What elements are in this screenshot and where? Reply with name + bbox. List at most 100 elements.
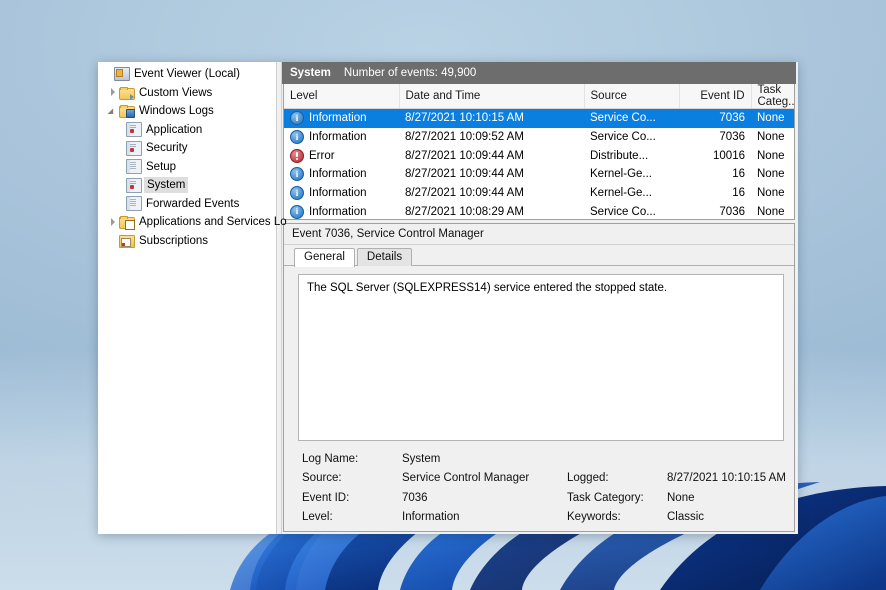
log-icon — [126, 177, 142, 193]
property-key: Source: — [302, 472, 342, 485]
tree-item-applications-and-services-logs[interactable]: Applications and Services Lo — [98, 213, 287, 232]
tree-expander-collapsed[interactable] — [108, 88, 119, 97]
table-row[interactable]: i Information 8/27/2021 10:10:15 AM Servi… — [284, 108, 794, 128]
info-icon: i — [290, 186, 304, 201]
cell-event-id: 16 — [732, 187, 745, 200]
event-description-box[interactable]: The SQL Server (SQLEXPRESS14) service en… — [298, 274, 784, 441]
info-icon: i — [290, 111, 304, 126]
folder-blue-icon — [119, 105, 135, 119]
log-detail-pane: System Number of events: 49,900 Level Da… — [282, 62, 798, 534]
tree-expander-expanded[interactable] — [108, 107, 119, 116]
cell-event-id: 7036 — [719, 131, 745, 144]
tree-item-system[interactable]: System — [98, 176, 276, 195]
tree-item-security[interactable]: Security — [98, 139, 276, 158]
tree-item-label: Setup — [146, 160, 177, 173]
pane-header-event-count: Number of events: 49,900 — [343, 67, 477, 79]
tree-item-setup[interactable]: Setup — [98, 158, 276, 177]
table-row[interactable]: i Information 8/27/2021 10:08:29 AM Servi… — [284, 202, 794, 219]
cell-task-category: None — [757, 205, 785, 218]
cell-source: Kernel-Ge... — [590, 187, 652, 200]
column-header-task-category[interactable]: Task Categ... — [750, 84, 794, 109]
desktop-screen: Event Viewer (Local) Custom Views Window… — [0, 0, 886, 590]
info-icon: i — [290, 130, 304, 145]
cell-event-id: 16 — [732, 168, 745, 181]
cell-task-category: None — [751, 108, 794, 128]
table-row[interactable]: i Information 8/27/2021 10:09:44 AM Kerne… — [284, 165, 794, 184]
cell-datetime: 8/27/2021 10:09:44 AM — [405, 168, 524, 181]
event-properties-grid: Log Name: System Source: Service Control… — [284, 441, 794, 531]
cell-source: Service Co... — [584, 108, 679, 128]
folder-services-icon — [119, 216, 135, 231]
property-value: Classic — [667, 511, 705, 524]
property-row: Log Name: System — [302, 449, 794, 469]
cell-level: i Information — [284, 202, 399, 219]
event-detail-title: Event 7036, Service Control Manager — [284, 224, 794, 245]
pane-header: System Number of events: 49,900 — [282, 62, 796, 84]
property-value: System — [402, 452, 441, 465]
tree-item-custom-views[interactable]: Custom Views — [98, 84, 276, 103]
property-value: Service Control Manager — [402, 472, 530, 485]
tab-details[interactable]: Details — [356, 248, 413, 266]
console-tree-pane[interactable]: Event Viewer (Local) Custom Views Window… — [98, 62, 287, 534]
cell-task-category: None — [757, 168, 785, 181]
tab-general[interactable]: General — [294, 248, 355, 267]
cell-datetime: 8/27/2021 10:08:29 AM — [405, 205, 524, 218]
log-icon — [126, 140, 142, 156]
property-key: Keywords: — [567, 511, 621, 524]
cell-source: Kernel-Ge... — [590, 168, 652, 181]
cell-task-category: None — [757, 187, 785, 200]
log-icon — [126, 122, 142, 138]
property-value: 8/27/2021 10:10:15 AM — [667, 472, 786, 485]
cell-level: i Information — [284, 184, 399, 203]
cell-source: Distribute... — [590, 149, 649, 162]
cell-task-category: None — [757, 131, 785, 144]
property-key: Event ID: — [302, 491, 350, 504]
column-header-level[interactable]: Level — [284, 84, 399, 109]
table-header-row: Level Date and Time Source Event ID Task… — [284, 84, 794, 109]
property-key: Logged: — [567, 472, 609, 485]
cell-source: Service Co... — [590, 205, 656, 218]
cell-event-id: 7036 — [719, 205, 745, 218]
column-header-date-and-time[interactable]: Date and Time — [398, 84, 584, 109]
cell-level: i Information — [284, 128, 399, 147]
property-key: Task Category: — [567, 491, 644, 504]
tree-item-application[interactable]: Application — [98, 121, 276, 140]
log-plain-icon — [126, 159, 142, 175]
cell-datetime: 8/27/2021 10:10:15 AM — [399, 108, 584, 128]
event-detail-panel: Event 7036, Service Control Manager Gene… — [283, 223, 795, 532]
event-list-container[interactable]: Level Date and Time Source Event ID Task… — [283, 84, 795, 220]
tree-item-label: Security — [146, 142, 188, 155]
property-value: 7036 — [402, 491, 428, 504]
column-header-source[interactable]: Source — [583, 84, 679, 109]
tree-item-windows-logs[interactable]: Windows Logs — [98, 102, 276, 121]
event-list-table: Level Date and Time Source Event ID Task… — [284, 84, 794, 219]
tree-item-event-viewer-local[interactable]: Event Viewer (Local) — [98, 65, 276, 84]
info-icon: i — [290, 167, 304, 182]
event-viewer-window: Event Viewer (Local) Custom Views Window… — [98, 62, 798, 534]
tree-item-label: Applications and Services Lo — [139, 216, 287, 229]
info-icon: i — [290, 204, 304, 219]
tree-item-label: Forwarded Events — [146, 197, 240, 210]
cell-level: i Information — [284, 108, 399, 128]
subscriptions-icon — [119, 234, 135, 248]
table-row[interactable]: i Information 8/27/2021 10:09:44 AM Kerne… — [284, 184, 794, 203]
tree-expander-collapsed[interactable] — [108, 217, 119, 227]
tree-item-label: Application — [146, 123, 203, 136]
property-value: None — [667, 491, 695, 504]
property-key: Level: — [302, 511, 333, 524]
tree-item-forwarded-events[interactable]: Forwarded Events — [98, 195, 276, 214]
column-header-event-id[interactable]: Event ID — [678, 84, 751, 109]
error-icon — [290, 148, 304, 163]
cell-event-id: 10016 — [713, 149, 745, 162]
table-row[interactable]: Error 8/27/2021 10:09:44 AM Distribute..… — [284, 146, 794, 165]
cell-event-id: 7036 — [679, 108, 751, 128]
property-row: Source: Service Control Manager Logged: … — [302, 469, 794, 489]
property-value: Information — [402, 511, 460, 524]
tree-item-subscriptions[interactable]: Subscriptions — [98, 232, 276, 251]
tree-item-label: Event Viewer (Local) — [134, 68, 240, 81]
log-plain-icon — [126, 196, 142, 212]
cell-datetime: 8/27/2021 10:09:44 AM — [405, 187, 524, 200]
cell-task-category: None — [757, 149, 785, 162]
table-row[interactable]: i Information 8/27/2021 10:09:52 AM Servi… — [284, 128, 794, 147]
cell-level: Error — [284, 146, 399, 165]
